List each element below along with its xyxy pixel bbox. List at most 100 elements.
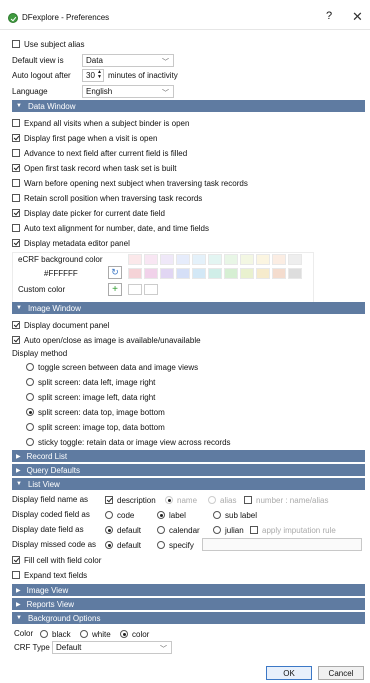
color-swatch[interactable] — [240, 254, 254, 265]
color-swatch[interactable] — [256, 254, 270, 265]
display-method-option[interactable]: split screen: image top, data bottom — [26, 421, 165, 433]
date-imputation-option[interactable]: apply imputation rule — [250, 524, 336, 536]
color-swatch[interactable] — [224, 268, 238, 279]
display-method-radio[interactable] — [26, 378, 34, 386]
bg-white-radio[interactable] — [80, 630, 88, 638]
color-swatch[interactable] — [176, 254, 190, 265]
dw-option-checkbox[interactable] — [12, 134, 20, 142]
dw-option-checkbox[interactable] — [12, 179, 20, 187]
color-swatch[interactable] — [208, 268, 222, 279]
date-calendar-radio[interactable] — [157, 526, 165, 534]
spinner-arrows-icon[interactable]: ▲ ▼ — [97, 70, 102, 80]
add-color-icon[interactable]: + — [108, 283, 122, 296]
language-select[interactable]: English ﹀ — [82, 85, 174, 98]
display-method-radio[interactable] — [26, 438, 34, 446]
dw-option-checkbox[interactable] — [12, 119, 20, 127]
background-options-header[interactable]: ▼ Background Options — [12, 612, 365, 624]
color-swatch[interactable] — [272, 254, 286, 265]
coded-code-option[interactable]: code — [105, 509, 134, 521]
display-method-radio[interactable] — [26, 423, 34, 431]
color-swatch[interactable] — [192, 254, 206, 265]
coded-sublabel-option[interactable]: sub label — [213, 509, 257, 521]
default-view-select[interactable]: Data ﹀ — [82, 54, 174, 67]
close-button[interactable]: ✕ — [352, 9, 363, 25]
dw-option-row[interactable]: Display date picker for current date fie… — [12, 207, 165, 219]
ok-button[interactable]: OK — [266, 666, 312, 680]
use-subject-alias-checkbox[interactable] — [12, 40, 20, 48]
bg-color-option[interactable]: color — [120, 628, 149, 640]
color-swatch[interactable] — [160, 268, 174, 279]
display-method-option[interactable]: split screen: data top, image bottom — [26, 406, 165, 418]
color-swatch[interactable] — [240, 268, 254, 279]
dw-option-row[interactable]: Expand all visits when a subject binder … — [12, 117, 189, 129]
dw-option-checkbox[interactable] — [12, 149, 20, 157]
display-method-radio[interactable] — [26, 393, 34, 401]
missed-specify-radio[interactable] — [157, 541, 165, 549]
auto-logout-spinner[interactable]: 30 ▲ ▼ — [82, 69, 104, 82]
date-calendar-option[interactable]: calendar — [157, 524, 200, 536]
crf-type-select[interactable]: Default ﹀ — [52, 641, 172, 654]
color-swatch[interactable] — [288, 254, 302, 265]
color-swatch[interactable] — [256, 268, 270, 279]
dw-option-row[interactable]: Open first task record when task set is … — [12, 162, 177, 174]
date-default-radio[interactable] — [105, 526, 113, 534]
dw-option-checkbox[interactable] — [12, 194, 20, 202]
dw-option-checkbox[interactable] — [12, 239, 20, 247]
display-document-panel-row[interactable]: Display document panel — [12, 319, 109, 331]
expand-text-checkbox[interactable] — [12, 571, 20, 579]
field-name-description-option[interactable]: description — [105, 494, 156, 506]
custom-color-swatch[interactable] — [144, 284, 158, 295]
data-window-header[interactable]: ▼ Data Window — [12, 100, 365, 112]
help-button[interactable]: ? — [326, 10, 332, 22]
color-swatch[interactable] — [128, 268, 142, 279]
color-swatch[interactable] — [272, 268, 286, 279]
dw-option-row[interactable]: Auto text alignment for number, date, an… — [12, 222, 209, 234]
display-method-option[interactable]: toggle screen between data and image vie… — [26, 361, 198, 373]
dw-option-row[interactable]: Display first page when a visit is open — [12, 132, 157, 144]
reset-color-icon[interactable]: ↻ — [108, 266, 122, 279]
expand-text-row[interactable]: Expand text fields — [12, 569, 87, 581]
color-swatch[interactable] — [144, 268, 158, 279]
auto-open-close-row[interactable]: Auto open/close as image is available/un… — [12, 334, 201, 346]
field-name-number-checkbox[interactable] — [244, 496, 252, 504]
dw-option-row[interactable]: Advance to next field after current fiel… — [12, 147, 187, 159]
display-method-option[interactable]: split screen: image left, data right — [26, 391, 155, 403]
fill-cell-checkbox[interactable] — [12, 556, 20, 564]
field-name-number-option[interactable]: number : name/alias — [244, 494, 328, 506]
color-swatch[interactable] — [208, 254, 222, 265]
custom-color-swatch[interactable] — [128, 284, 142, 295]
date-julian-radio[interactable] — [213, 526, 221, 534]
color-swatch[interactable] — [144, 254, 158, 265]
color-swatch[interactable] — [224, 254, 238, 265]
dw-option-row[interactable]: Display metadata editor panel — [12, 237, 130, 249]
color-swatch[interactable] — [192, 268, 206, 279]
image-view-header[interactable]: ▶ Image View — [12, 584, 365, 596]
missed-default-radio[interactable] — [105, 541, 113, 549]
fill-cell-row[interactable]: Fill cell with field color — [12, 554, 101, 566]
date-imputation-checkbox[interactable] — [250, 526, 258, 534]
date-julian-option[interactable]: julian — [213, 524, 244, 536]
display-method-radio[interactable] — [26, 408, 34, 416]
record-list-header[interactable]: ▶ Record List — [12, 450, 365, 462]
use-subject-alias-row[interactable]: Use subject alias — [12, 38, 84, 50]
bg-black-radio[interactable] — [40, 630, 48, 638]
cancel-button[interactable]: Cancel — [318, 666, 364, 680]
dw-option-row[interactable]: Retain scroll position when traversing t… — [12, 192, 202, 204]
field-name-description-checkbox[interactable] — [105, 496, 113, 504]
coded-sublabel-radio[interactable] — [213, 511, 221, 519]
dw-option-row[interactable]: Warn before opening next subject when tr… — [12, 177, 248, 189]
color-swatch[interactable] — [160, 254, 174, 265]
dw-option-checkbox[interactable] — [12, 164, 20, 172]
color-swatch[interactable] — [288, 268, 302, 279]
reports-view-header[interactable]: ▶ Reports View — [12, 598, 365, 610]
list-view-header[interactable]: ▼ List View — [12, 478, 365, 490]
dw-option-checkbox[interactable] — [12, 224, 20, 232]
date-default-option[interactable]: default — [105, 524, 141, 536]
color-swatch[interactable] — [176, 268, 190, 279]
bg-color-radio[interactable] — [120, 630, 128, 638]
dw-option-checkbox[interactable] — [12, 209, 20, 217]
coded-code-radio[interactable] — [105, 511, 113, 519]
missed-specify-input[interactable] — [202, 538, 362, 551]
display-method-option[interactable]: split screen: data left, image right — [26, 376, 155, 388]
query-defaults-header[interactable]: ▶ Query Defaults — [12, 464, 365, 476]
